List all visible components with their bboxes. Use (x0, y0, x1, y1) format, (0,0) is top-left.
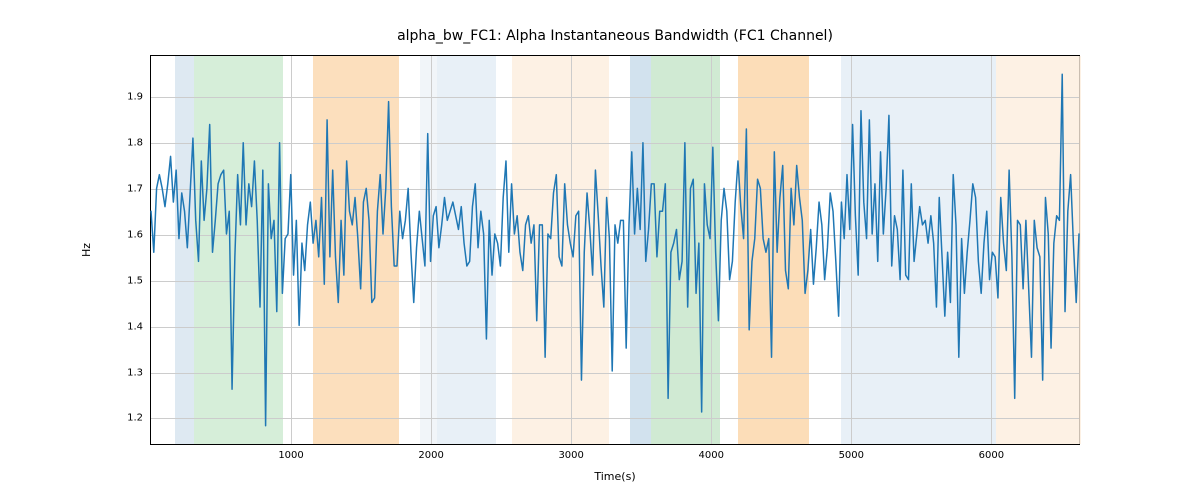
plot-axes: 1000200030004000500060001.21.31.41.51.61… (150, 55, 1080, 445)
y-tick-label: 1.5 (127, 275, 151, 286)
y-tick-label: 1.4 (127, 321, 151, 332)
x-tick-label: 6000 (979, 444, 1004, 461)
x-axis-label: Time(s) (150, 470, 1080, 483)
x-tick-label: 5000 (839, 444, 864, 461)
plot-area (151, 56, 1079, 444)
x-tick-label: 1000 (278, 444, 303, 461)
x-tick-label: 2000 (418, 444, 443, 461)
figure: alpha_bw_FC1: Alpha Instantaneous Bandwi… (0, 0, 1200, 500)
x-tick-label: 3000 (558, 444, 583, 461)
line-series (151, 56, 1079, 444)
series-line (151, 74, 1079, 425)
y-tick-label: 1.3 (127, 367, 151, 378)
y-tick-label: 1.2 (127, 413, 151, 424)
chart-title: alpha_bw_FC1: Alpha Instantaneous Bandwi… (150, 28, 1080, 44)
x-tick-label: 4000 (699, 444, 724, 461)
y-tick-label: 1.7 (127, 184, 151, 195)
y-axis-label: Hz (80, 55, 100, 445)
y-tick-label: 1.8 (127, 138, 151, 149)
y-tick-label: 1.9 (127, 92, 151, 103)
y-tick-label: 1.6 (127, 229, 151, 240)
